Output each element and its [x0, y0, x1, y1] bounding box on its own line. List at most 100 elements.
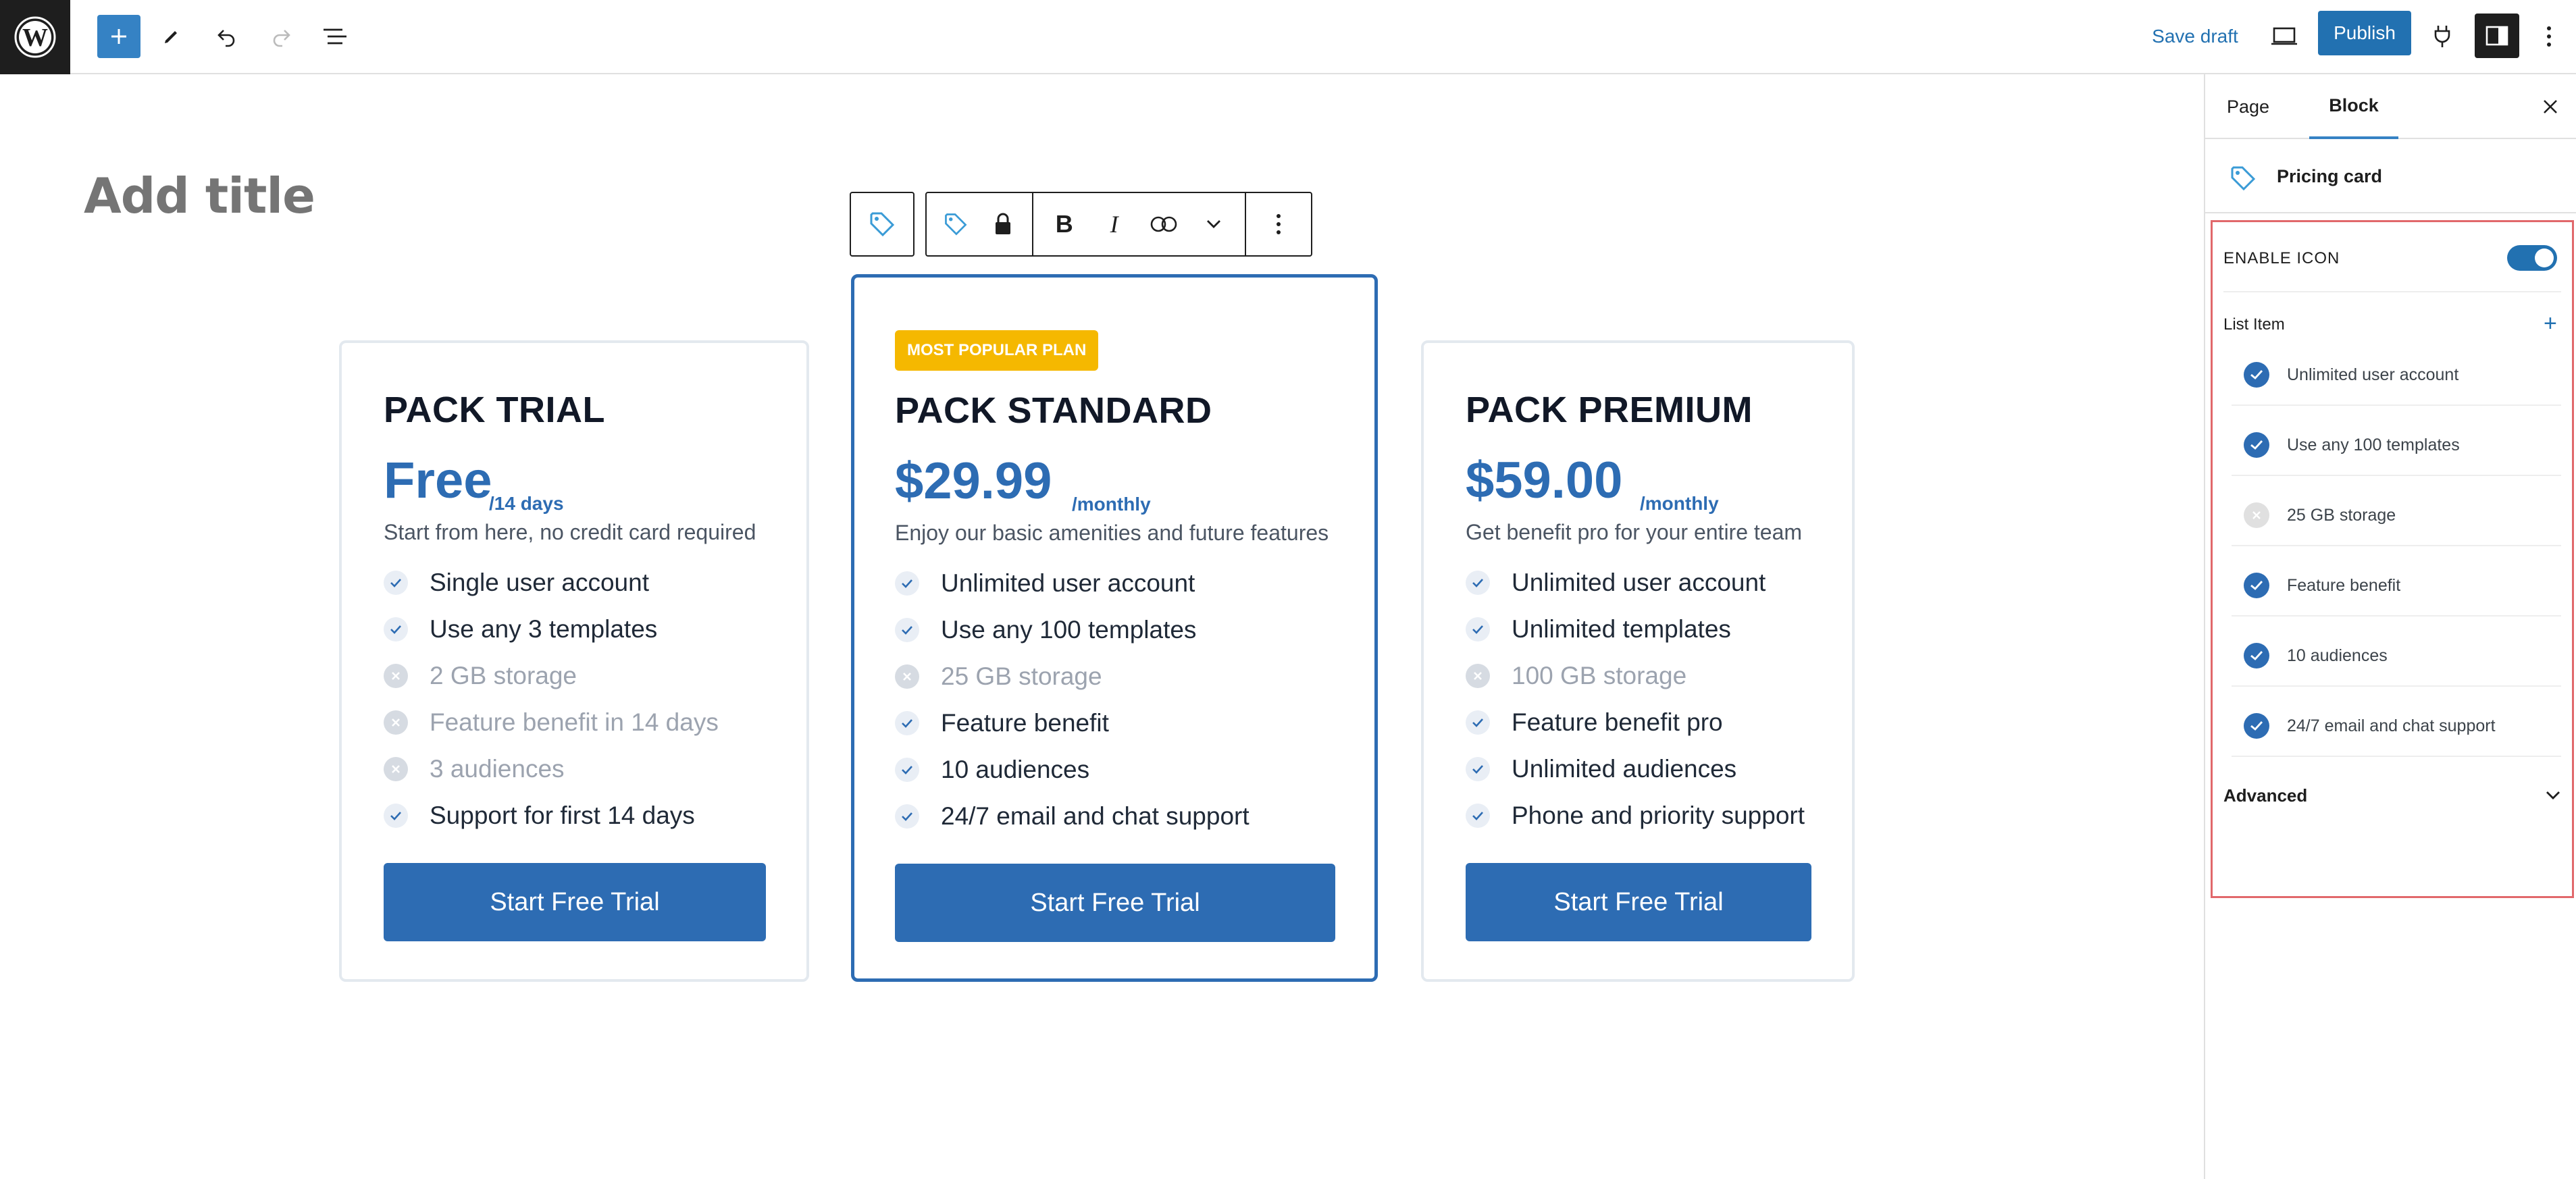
add-block-button[interactable] [97, 15, 140, 58]
sidebar-tabs: Page Block [2205, 74, 2576, 139]
feature-label: 100 GB storage [1512, 661, 1687, 689]
pricing-card-premium[interactable]: PACK PREMIUM $59.00 /monthly Get benefit… [1421, 340, 1855, 982]
post-title-placeholder[interactable]: Add title [84, 167, 315, 224]
link-icon [1151, 216, 1177, 232]
feature-label: Feature benefit in 14 days [430, 708, 719, 736]
sidebar-list-item[interactable]: Use any 100 templates [2232, 415, 2561, 476]
plan-description[interactable]: Enjoy our basic amenities and future fea… [895, 521, 1329, 546]
chevron-down-icon [1207, 220, 1221, 228]
tools-button[interactable] [151, 14, 192, 59]
plugin-button[interactable] [2422, 14, 2463, 59]
popular-badge[interactable]: MOST POPULAR PLAN [895, 330, 1099, 371]
italic-button[interactable]: I [1096, 205, 1133, 243]
pricing-card-trial[interactable]: PACK TRIAL Free /14 days Start from here… [339, 340, 809, 982]
chevron-down-icon [2546, 791, 2560, 800]
preview-button[interactable] [2264, 14, 2304, 59]
check-circle-icon [2244, 713, 2269, 739]
list-item[interactable]: Support for first 14 days [384, 792, 719, 839]
plan-price[interactable]: $29.99 [895, 452, 1052, 510]
redo-icon [273, 30, 290, 47]
list-item[interactable]: Phone and priority support [1466, 792, 1805, 839]
list-item[interactable]: 10 audiences [895, 746, 1250, 793]
list-item[interactable]: 25 GB storage [895, 653, 1250, 700]
list-item[interactable]: Single user account [384, 559, 719, 606]
block-options-button[interactable] [1260, 205, 1297, 243]
link-button[interactable] [1145, 205, 1183, 243]
undo-button[interactable] [207, 14, 247, 59]
list-item[interactable]: Feature benefit in 14 days [384, 699, 719, 745]
sidebar-icon [2485, 26, 2508, 46]
plan-name[interactable]: PACK PREMIUM [1466, 389, 1753, 431]
list-item[interactable]: Unlimited user account [1466, 559, 1805, 606]
plan-price[interactable]: Free [384, 451, 492, 510]
list-item[interactable]: Use any 3 templates [384, 606, 719, 652]
cross-icon [384, 710, 408, 735]
plan-period[interactable]: /monthly [1640, 493, 1719, 515]
sidebar-list-item[interactable]: 24/7 email and chat support [2232, 696, 2561, 757]
list-item[interactable]: 100 GB storage [1466, 652, 1805, 699]
options-menu-button[interactable] [2530, 14, 2568, 59]
check-icon [895, 571, 919, 596]
select-parent-block-button[interactable] [850, 192, 915, 257]
publish-button[interactable]: Publish [2318, 11, 2411, 55]
plug-icon [2434, 26, 2450, 47]
settings-sidebar: Page Block Pricing card ENABLE ICON List… [2204, 74, 2576, 1179]
pricing-tag-icon [2228, 163, 2258, 196]
check-circle-icon [2244, 432, 2269, 458]
sidebar-list-item[interactable]: 25 GB storage [2232, 486, 2561, 546]
list-item[interactable]: 2 GB storage [384, 652, 719, 699]
enable-icon-toggle[interactable] [2507, 245, 2557, 271]
plan-description[interactable]: Start from here, no credit card required [384, 520, 756, 545]
check-icon [895, 757, 919, 782]
desktop-preview-icon [2271, 27, 2297, 45]
plan-name[interactable]: PACK TRIAL [384, 389, 605, 431]
feature-label: Unlimited user account [941, 569, 1195, 597]
plan-period[interactable]: /14 days [489, 493, 564, 515]
lock-button[interactable] [984, 205, 1022, 243]
more-formats-button[interactable] [1195, 205, 1233, 243]
document-overview-button[interactable] [315, 14, 355, 59]
cross-icon [384, 663, 408, 688]
advanced-panel-toggle[interactable]: Advanced [2223, 773, 2561, 818]
list-item-text: Unlimited user account [2287, 365, 2459, 384]
list-item[interactable]: Feature benefit pro [1466, 699, 1805, 745]
feature-list: Single user account Use any 3 templates … [384, 559, 719, 839]
tab-page[interactable]: Page [2227, 74, 2269, 139]
list-item[interactable]: Feature benefit [895, 700, 1250, 746]
plan-period[interactable]: /monthly [1072, 494, 1151, 515]
list-item-text: 25 GB storage [2287, 505, 2396, 525]
plan-price[interactable]: $59.00 [1466, 451, 1622, 510]
editor-canvas: Add title B I PACK TRIAL Free /14 days S… [0, 74, 2204, 1179]
list-item[interactable]: Unlimited user account [895, 560, 1250, 606]
more-vertical-icon [2547, 26, 2551, 47]
tab-block[interactable]: Block [2309, 74, 2398, 139]
block-type-button[interactable] [937, 205, 975, 243]
list-item[interactable]: 24/7 email and chat support [895, 793, 1250, 839]
start-free-trial-button[interactable]: Start Free Trial [895, 864, 1335, 942]
wordpress-logo-icon[interactable]: W [0, 0, 70, 74]
sidebar-list-item[interactable]: Unlimited user account [2232, 345, 2561, 406]
bold-button[interactable]: B [1046, 205, 1083, 243]
plan-description[interactable]: Get benefit pro for your entire team [1466, 520, 1802, 545]
list-item[interactable]: Use any 100 templates [895, 606, 1250, 653]
start-free-trial-button[interactable]: Start Free Trial [1466, 863, 1811, 941]
check-icon [895, 804, 919, 829]
start-free-trial-button[interactable]: Start Free Trial [384, 863, 766, 941]
feature-label: Phone and priority support [1512, 801, 1805, 829]
settings-sidebar-toggle[interactable] [2475, 14, 2519, 58]
block-switcher-group [927, 193, 1033, 255]
close-sidebar-button[interactable] [2538, 95, 2562, 119]
plan-name[interactable]: PACK STANDARD [895, 390, 1212, 431]
more-vertical-icon [1277, 214, 1281, 234]
sidebar-list-item[interactable]: 10 audiences [2232, 626, 2561, 687]
list-item[interactable]: 3 audiences [384, 745, 719, 792]
wp-block-editor: W Save draft Publish Add title B I PACK … [0, 0, 2576, 1179]
list-item[interactable]: Unlimited templates [1466, 606, 1805, 652]
feature-label: 10 audiences [941, 755, 1090, 783]
redo-button[interactable] [261, 14, 301, 59]
add-list-item-button[interactable]: + [2544, 310, 2557, 337]
list-item[interactable]: Unlimited audiences [1466, 745, 1805, 792]
sidebar-list-item[interactable]: Feature benefit [2232, 556, 2561, 617]
save-draft-button[interactable]: Save draft [2141, 14, 2249, 59]
pricing-card-standard[interactable]: MOST POPULAR PLAN PACK STANDARD $29.99 /… [851, 274, 1378, 982]
